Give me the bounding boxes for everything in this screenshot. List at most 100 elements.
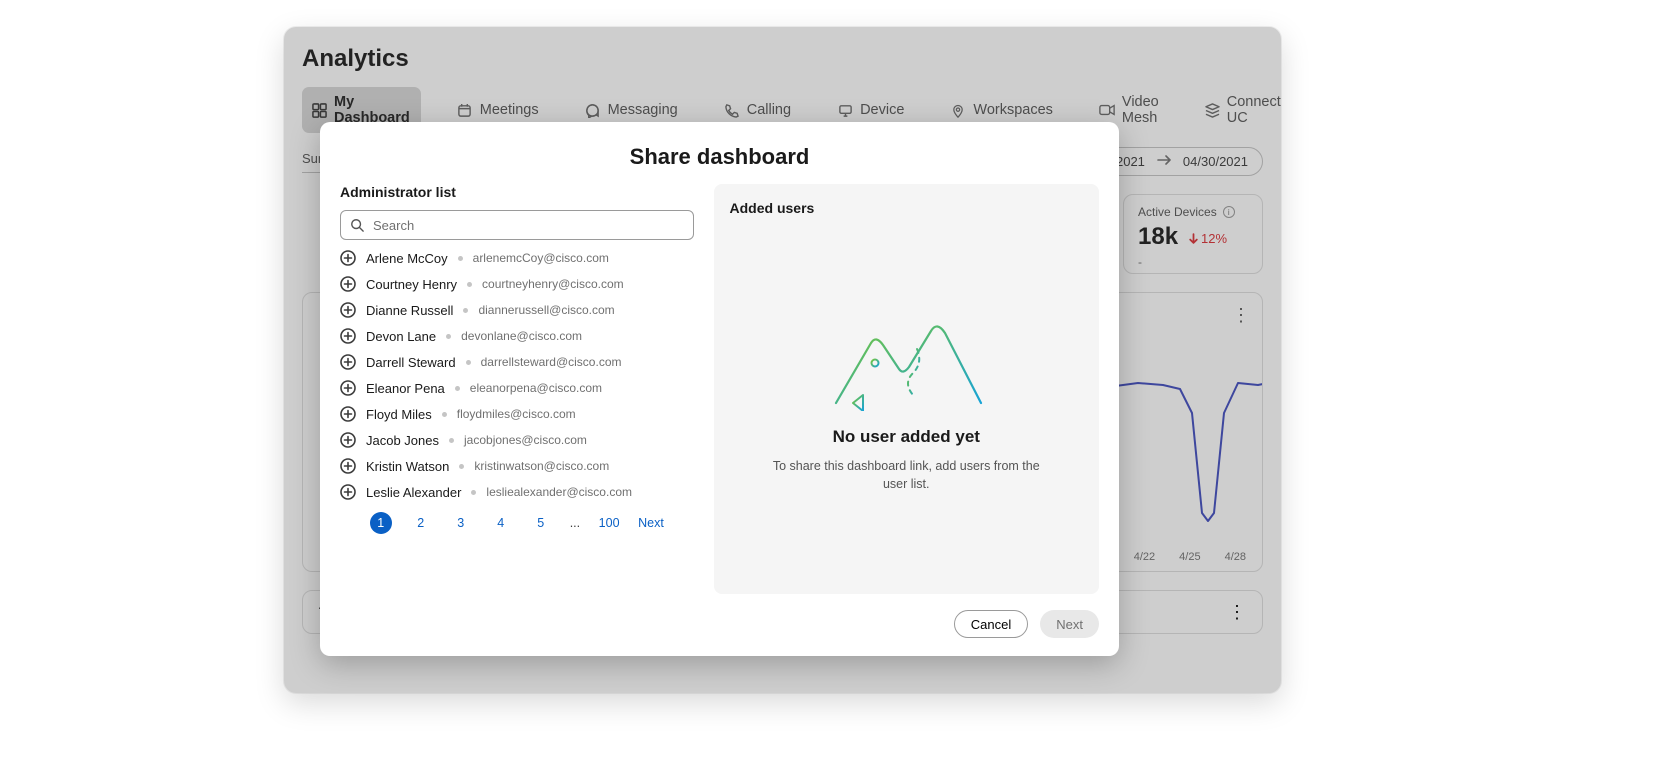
separator-dot: [466, 360, 471, 365]
date-to: 04/30/2021: [1183, 154, 1248, 169]
video-icon: [1099, 102, 1115, 118]
added-users-column: Added users: [714, 184, 1100, 594]
admin-name: Floyd Miles: [366, 407, 432, 422]
axis-tick: 4/22: [1134, 551, 1155, 563]
page-number[interactable]: 5: [530, 512, 552, 534]
tab-calling[interactable]: Calling: [714, 95, 801, 125]
next-button[interactable]: Next: [1040, 610, 1099, 638]
arrow-down-icon: [1188, 233, 1199, 244]
page-number[interactable]: 100: [598, 512, 620, 534]
kebab-menu-icon[interactable]: ⋮: [1228, 602, 1246, 623]
page-number[interactable]: 1: [370, 512, 392, 534]
add-user-icon[interactable]: [340, 432, 356, 448]
admin-email: floydmiles@cisco.com: [457, 407, 576, 421]
admin-row: Eleanor Penaeleanorpena@cisco.com: [340, 380, 694, 396]
kpi-value: 18k: [1138, 223, 1178, 251]
admin-row: Floyd Miles floydmiles@cisco.com: [340, 406, 694, 422]
admin-name: Dianne Russell: [366, 303, 453, 318]
empty-state: No user added yet To share this dashboar…: [730, 226, 1084, 578]
admin-name: Courtney Henry: [366, 277, 457, 292]
admin-email: darrellsteward@cisco.com: [481, 355, 622, 369]
admin-email: eleanorpena@cisco.com: [470, 381, 602, 395]
cancel-button[interactable]: Cancel: [954, 610, 1028, 638]
tab-label: Messaging: [608, 102, 678, 118]
kpi-dash: -: [1138, 255, 1248, 269]
kebab-menu-icon[interactable]: ⋮: [1232, 305, 1250, 326]
separator-dot: [442, 412, 447, 417]
page-number[interactable]: 2: [410, 512, 432, 534]
kpi-delta: 12%: [1188, 231, 1227, 246]
separator-dot: [458, 256, 463, 261]
tab-label: Video Mesh: [1122, 94, 1159, 126]
phone-icon: [724, 102, 740, 118]
admin-name: Kristin Watson: [366, 459, 449, 474]
admin-email: courtneyhenry@cisco.com: [482, 277, 624, 291]
tab-label: Calling: [747, 102, 791, 118]
admin-row: Jacob Jonesjacobjones@cisco.com: [340, 432, 694, 448]
search-icon: [350, 218, 364, 232]
admin-row: Leslie Alexander lesliealexander@cisco.co…: [340, 484, 694, 500]
modal-title: Share dashboard: [340, 144, 1099, 170]
tab-device[interactable]: Device: [827, 95, 914, 125]
chat-icon: [585, 102, 601, 118]
stack-icon: [1205, 102, 1220, 118]
tab-label: Device: [860, 102, 904, 118]
admin-name: Devon Lane: [366, 329, 436, 344]
arrow-right-icon: [1157, 154, 1171, 169]
admin-list-heading: Administrator list: [340, 184, 694, 200]
separator-dot: [446, 334, 451, 339]
add-user-icon[interactable]: [340, 276, 356, 292]
separator-dot: [455, 386, 460, 391]
admin-row: Courtney Henry courtneyhenry@cisco.com: [340, 276, 694, 292]
separator-dot: [471, 490, 476, 495]
page-next[interactable]: Next: [638, 516, 664, 530]
admin-name: Leslie Alexander: [366, 485, 461, 500]
axis-tick: 4/25: [1179, 551, 1200, 563]
paginator: 12345... 100 Next: [340, 512, 694, 534]
info-icon[interactable]: i: [1223, 206, 1235, 218]
admin-row: Darrell Steward darrellsteward@cisco.com: [340, 354, 694, 370]
admin-email: devonlane@cisco.com: [461, 329, 582, 343]
added-users-heading: Added users: [730, 200, 1084, 216]
kpi-active-devices: Active Devices i 18k 12% -: [1123, 194, 1263, 274]
tab-meetings[interactable]: Meetings: [447, 95, 549, 125]
page-number[interactable]: 4: [490, 512, 512, 534]
admin-name: Darrell Steward: [366, 355, 456, 370]
page-title: Analytics: [302, 45, 1263, 73]
tab-label: Meetings: [480, 102, 539, 118]
add-user-icon[interactable]: [340, 354, 356, 370]
admin-email: arlenemcCoy@cisco.com: [473, 251, 609, 265]
tab-messaging[interactable]: Messaging: [575, 95, 688, 125]
empty-illustration-icon: [821, 311, 991, 411]
tab-connected-uc[interactable]: Connected UC: [1195, 87, 1281, 133]
add-user-icon[interactable]: [340, 484, 356, 500]
add-user-icon[interactable]: [340, 328, 356, 344]
separator-dot: [449, 438, 454, 443]
kpi-title: Active Devices: [1138, 205, 1217, 219]
add-user-icon[interactable]: [340, 458, 356, 474]
tab-label: Workspaces: [973, 102, 1053, 118]
tab-workspaces[interactable]: Workspaces: [940, 95, 1063, 125]
admin-list-column: Administrator list Arlene McCoy arlenemcC…: [340, 184, 694, 594]
axis-tick: 4/28: [1225, 551, 1246, 563]
admin-row: Devon Lane devonlane@cisco.com: [340, 328, 694, 344]
admin-email: kristinwatson@cisco.com: [474, 459, 609, 473]
share-dashboard-modal: Share dashboard Administrator list Arlen…: [320, 122, 1119, 656]
admin-email: lesliealexander@cisco.com: [486, 485, 632, 499]
admin-email: diannerussell@cisco.com: [478, 303, 614, 317]
admin-row: Arlene McCoy arlenemcCoy@cisco.com: [340, 250, 694, 266]
pin-icon: [950, 102, 966, 118]
separator-dot: [459, 464, 464, 469]
add-user-icon[interactable]: [340, 250, 356, 266]
add-user-icon[interactable]: [340, 380, 356, 396]
tab-label: Connected UC: [1227, 94, 1281, 126]
admin-search-input[interactable]: [340, 210, 694, 240]
page-ellipsis: ...: [570, 516, 580, 530]
add-user-icon[interactable]: [340, 302, 356, 318]
add-user-icon[interactable]: [340, 406, 356, 422]
admin-name: Jacob Jones: [366, 433, 439, 448]
admin-row: Dianne Russell diannerussell@cisco.com: [340, 302, 694, 318]
admin-name: Arlene McCoy: [366, 251, 448, 266]
separator-dot: [467, 282, 472, 287]
page-number[interactable]: 3: [450, 512, 472, 534]
